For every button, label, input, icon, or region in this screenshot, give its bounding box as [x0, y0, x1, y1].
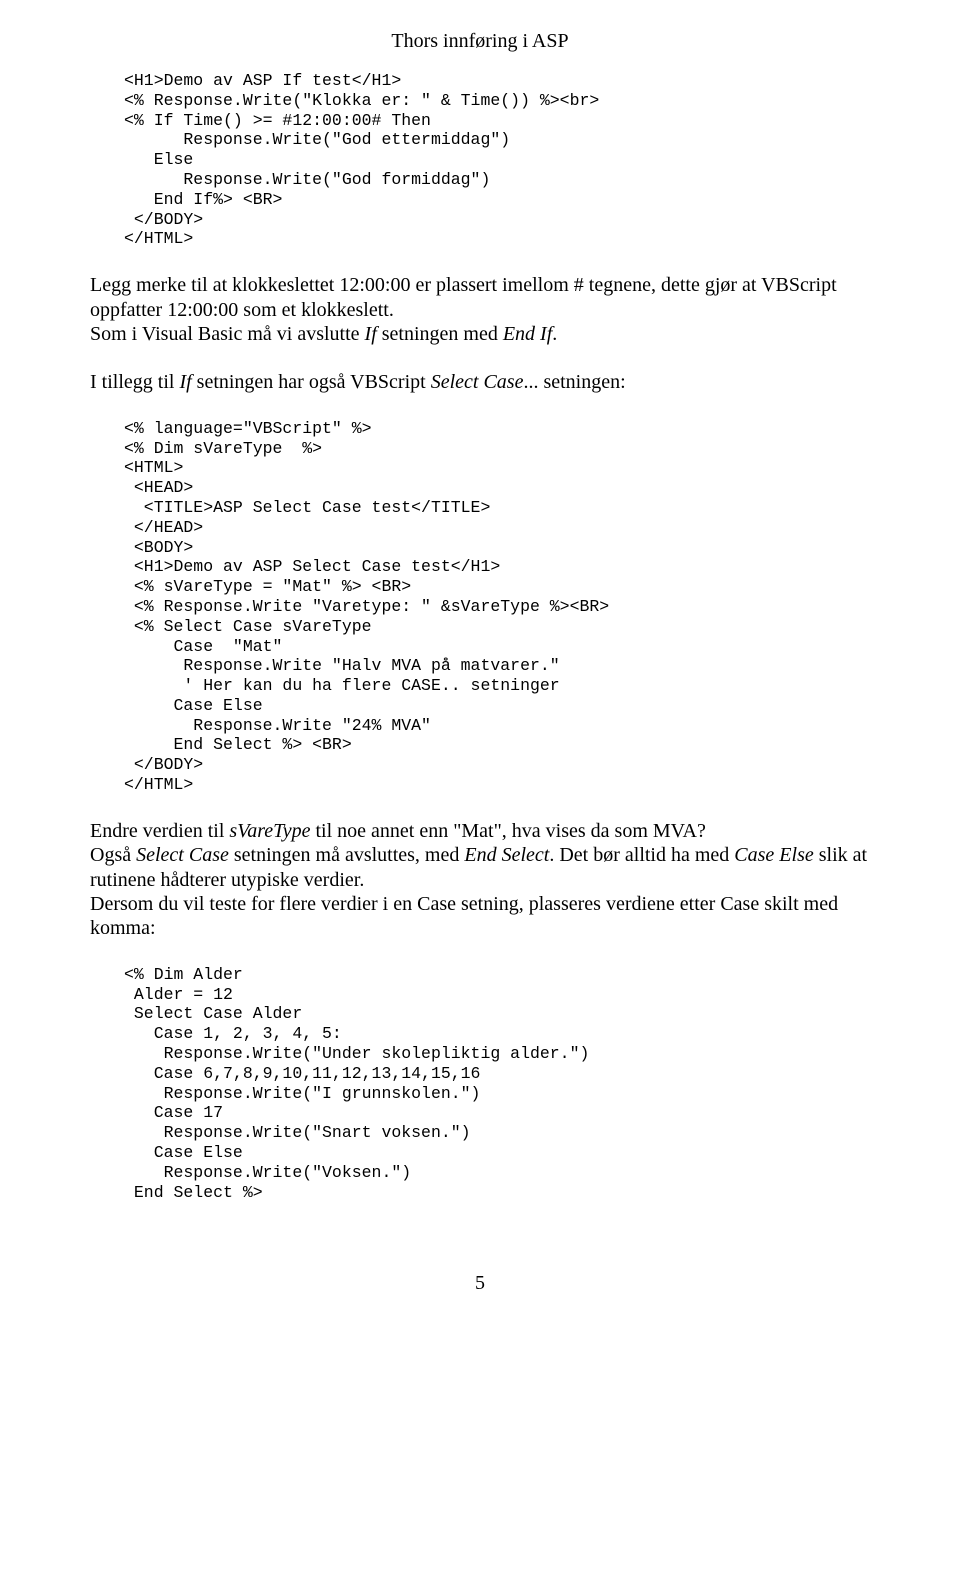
p3-pre: Endre verdien til — [90, 820, 229, 842]
p4-es: End Select — [464, 844, 549, 866]
p4-mid: setningen må avsluttes, med — [229, 844, 465, 866]
paragraph-3-5: Endre verdien til sVareType til noe anne… — [90, 819, 870, 941]
p1b-pre: Som i Visual Basic må vi avslutte — [90, 323, 365, 345]
p5: Dersom du vil teste for flere verdier i … — [90, 893, 838, 939]
p2-sc: Select Case — [431, 371, 524, 393]
p1-line1: Legg merke til at klokkeslettet 12:00:00… — [90, 274, 837, 320]
p1b-end: End If — [503, 323, 552, 345]
p4-pre: Også — [90, 844, 136, 866]
code-block-2: <% language="VBScript" %> <% Dim sVareTy… — [124, 419, 870, 795]
p2-pre: I tillegg til — [90, 371, 179, 393]
paragraph-1: Legg merke til at klokkeslettet 12:00:00… — [90, 273, 870, 346]
code-block-3: <% Dim Alder Alder = 12 Select Case Alde… — [124, 965, 870, 1203]
p4-mid2: . Det bør alltid ha med — [549, 844, 734, 866]
p1b-mid: setningen med — [377, 323, 503, 345]
page-header: Thors innføring i ASP — [90, 30, 870, 53]
p1b-if: If — [365, 323, 377, 345]
p3-svt: sVareType — [229, 820, 310, 842]
p2-post: ... setningen: — [523, 371, 625, 393]
p4-sc: Select Case — [136, 844, 229, 866]
p4-ce: Case Else — [734, 844, 813, 866]
p2-if: If — [179, 371, 191, 393]
p2-mid: setningen har også VBScript — [192, 371, 431, 393]
p1b-post: . — [552, 323, 557, 345]
code-block-1: <H1>Demo av ASP If test</H1> <% Response… — [124, 71, 870, 249]
paragraph-2: I tillegg til If setningen har også VBSc… — [90, 370, 870, 394]
p3-post: til noe annet enn "Mat", hva vises da so… — [311, 820, 706, 842]
document-page: Thors innføring i ASP <H1>Demo av ASP If… — [0, 0, 960, 1345]
page-number: 5 — [90, 1272, 870, 1295]
